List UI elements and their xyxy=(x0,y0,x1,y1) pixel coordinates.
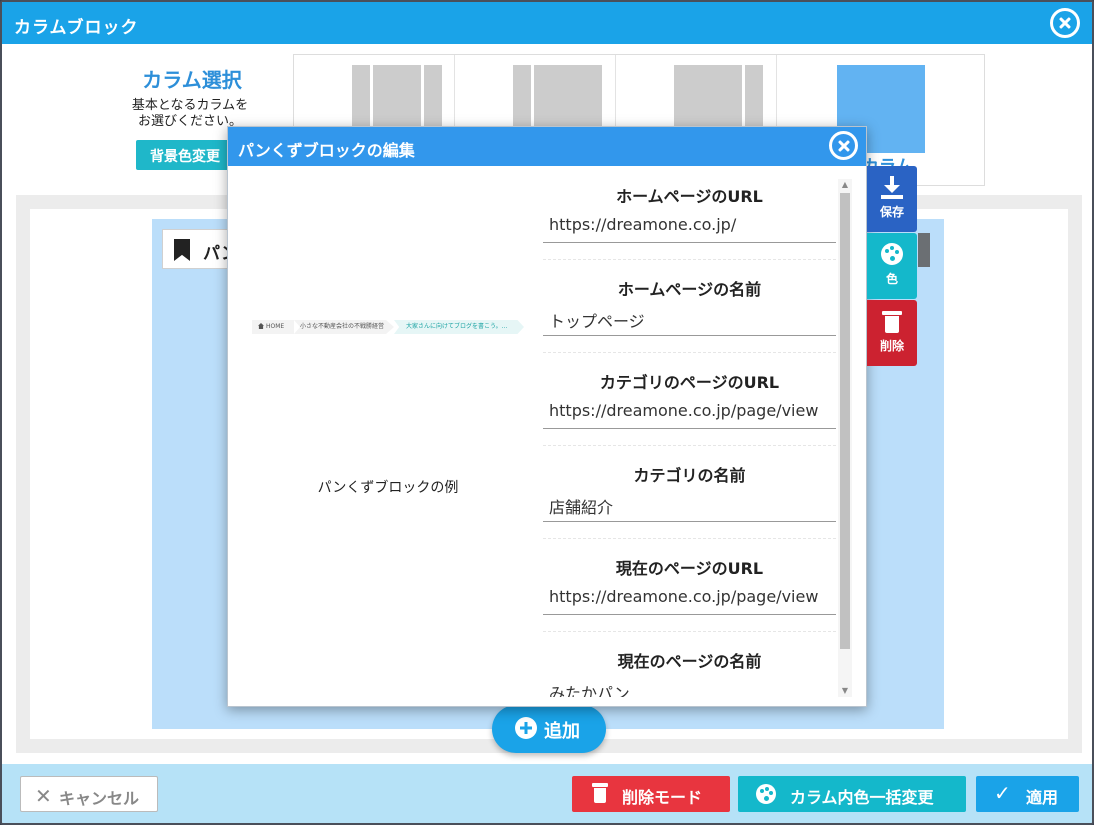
preview-crumb-home-text: HOME xyxy=(266,323,285,330)
window-close-icon[interactable] xyxy=(1050,8,1080,38)
close-icon: ✕ xyxy=(35,784,52,808)
field-label: 現在のページの名前 xyxy=(617,652,762,671)
field-list: ホームページのURL https://dreamone.co.jp/ ホームペー… xyxy=(543,167,836,697)
breadcrumb-preview: HOME 小さな不動産会社の不戦勝経営 大家さんに向けてブログを書こう。… xyxy=(252,320,524,336)
field-label: ホームページの名前 xyxy=(617,280,762,299)
delete-label: 削除 xyxy=(879,339,904,353)
column-select-description-line: 基本となるカラムを xyxy=(131,98,249,113)
field-current-url: 現在のページのURL https://dreamone.co.jp/page/v… xyxy=(543,539,836,632)
preview-caption: パンくずブロックの例 xyxy=(317,480,459,496)
field-category-url: カテゴリのページのURL https://dreamone.co.jp/page… xyxy=(543,353,836,446)
column-select-heading: カラム選択 xyxy=(142,68,242,92)
add-button-label: 追加 xyxy=(544,721,580,742)
color-all-button[interactable]: カラム内色一括変更 xyxy=(738,776,966,812)
save-label: 保存 xyxy=(879,205,904,219)
current-url-input[interactable]: https://dreamone.co.jp/page/view xyxy=(543,587,836,615)
block-handle[interactable] xyxy=(918,233,930,267)
field-home-name: ホームページの名前 トップページ xyxy=(543,260,836,353)
preview-crumb-home: HOME xyxy=(252,320,294,334)
home-url-input[interactable]: https://dreamone.co.jp/ xyxy=(543,215,836,243)
delete-button[interactable]: 削除 xyxy=(867,300,917,366)
category-name-input[interactable]: 店舗紹介 xyxy=(543,494,836,522)
apply-button[interactable]: ✓ 適用 xyxy=(976,776,1079,812)
delete-mode-label: 削除モード xyxy=(622,788,703,807)
cancel-button[interactable]: ✕ キャンセル xyxy=(20,776,158,812)
preview-crumb-category: 小さな不動産会社の不戦勝経営 xyxy=(294,320,394,334)
checkmark-icon: ✓ xyxy=(994,781,1011,805)
download-icon xyxy=(881,176,903,200)
palette-icon xyxy=(756,784,776,804)
add-button[interactable]: 追加 xyxy=(492,705,606,753)
window-header: カラムブロック xyxy=(2,2,1092,44)
field-category-name: カテゴリの名前 店舗紹介 xyxy=(543,446,836,539)
color-button[interactable]: 色 xyxy=(867,233,917,299)
cancel-button-label: キャンセル xyxy=(59,789,140,808)
bookmark-icon xyxy=(174,239,190,261)
breadcrumb-edit-modal: パンくずブロックの編集 HOME 小さな不動産会社の不戦勝経営 大家さんに向けて… xyxy=(227,126,867,707)
scroll-up-arrow-icon[interactable]: ▲ xyxy=(838,179,852,191)
plus-circle-icon xyxy=(515,717,537,739)
apply-label: 適用 xyxy=(1026,788,1059,807)
home-name-input[interactable]: トップページ xyxy=(543,308,836,336)
field-label: カテゴリの名前 xyxy=(633,466,746,485)
scrollbar[interactable]: ▲ ▼ xyxy=(838,179,852,697)
delete-mode-button[interactable]: 削除モード xyxy=(572,776,730,812)
home-icon xyxy=(258,323,264,329)
trash-icon xyxy=(882,311,902,333)
scroll-down-arrow-icon[interactable]: ▼ xyxy=(838,685,852,697)
current-name-input[interactable]: みたかパン xyxy=(543,680,836,697)
preview-crumb-current: 大家さんに向けてブログを書こう。… xyxy=(394,320,524,334)
field-current-name: 現在のページの名前 みたかパン xyxy=(543,632,836,697)
footer-bar: ✕ キャンセル 削除モード カラム内色一括変更 ✓ 適用 xyxy=(2,764,1092,823)
color-all-label: カラム内色一括変更 xyxy=(790,788,934,807)
modal-header: パンくずブロックの編集 xyxy=(228,127,866,166)
field-home-url: ホームページのURL https://dreamone.co.jp/ xyxy=(543,167,836,260)
field-label: ホームページのURL xyxy=(616,187,763,206)
palette-icon xyxy=(881,243,903,265)
save-button[interactable]: 保存 xyxy=(867,166,917,232)
field-label: 現在のページのURL xyxy=(615,559,764,578)
field-label: カテゴリのページのURL xyxy=(599,373,780,392)
modal-close-icon[interactable] xyxy=(829,131,858,160)
scroll-thumb[interactable] xyxy=(840,193,850,649)
modal-title: パンくずブロックの編集 xyxy=(238,141,415,160)
color-label: 色 xyxy=(885,272,898,286)
window-title: カラムブロック xyxy=(14,18,139,38)
category-url-input[interactable]: https://dreamone.co.jp/page/view xyxy=(543,401,836,429)
